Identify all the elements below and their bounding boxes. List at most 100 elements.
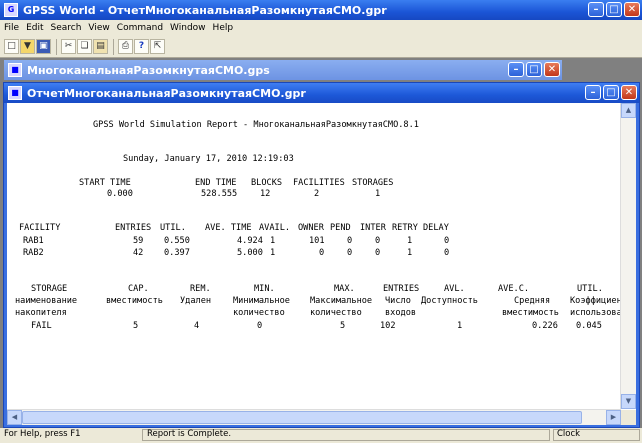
save-icon[interactable]: ▣ (36, 39, 51, 54)
storage-ru-header: наименование (15, 296, 78, 306)
menu-window[interactable]: Window (170, 23, 206, 33)
summary-header: END TIME (195, 178, 237, 188)
facility-cell: 1 (407, 236, 413, 246)
facility-name: RAB2 (23, 248, 44, 258)
facility-cell: 1 (407, 248, 413, 258)
app-title: GPSS World - ОтчетМногоканальнаяРазомкну… (23, 3, 387, 17)
report-window-title: ОтчетМногоканальнаяРазомкнутаяСМО.gpr (27, 86, 306, 100)
facility-cell: 101 (309, 236, 325, 246)
storage-col-header: UTIL. (577, 284, 603, 294)
print-icon[interactable]: ⎙ (118, 39, 133, 54)
facility-cell: 1 (270, 236, 276, 246)
storage-cell: 5 (340, 321, 346, 331)
help-icon[interactable]: ? (134, 39, 149, 54)
status-bar: For Help, press F1 Report is Complete. C… (0, 428, 642, 443)
app-title-bar[interactable]: G GPSS World - ОтчетМногоканальнаяРазомк… (0, 0, 642, 20)
toolbar-separator (56, 38, 57, 55)
scroll-up-icon[interactable]: ▲ (621, 103, 636, 118)
facility-col-header: ENTRIES (115, 223, 152, 233)
report-close-button[interactable]: ✕ (621, 85, 637, 100)
report-document-icon: ■ (8, 86, 22, 100)
menu-command[interactable]: Command (117, 23, 163, 33)
scroll-left-icon[interactable]: ◀ (7, 410, 22, 425)
summary-value: 0.000 (107, 189, 133, 199)
storage-ru-header: Средняя (514, 296, 551, 306)
summary-value: 1 (375, 189, 381, 199)
facility-col-header: INTER (360, 223, 386, 233)
facility-col-header: PEND (330, 223, 351, 233)
facility-cell: 0 (375, 236, 381, 246)
storage-col-header: ENTRIES (383, 284, 420, 294)
summary-header: BLOCKS (251, 178, 283, 188)
summary-value: 12 (260, 189, 271, 199)
storage-ru-header: вместимость (502, 308, 559, 318)
facility-cell: 0 (375, 248, 381, 258)
storage-name: FAIL (31, 321, 52, 331)
storage-col-header: MAX. (334, 284, 355, 294)
summary-header: START TIME (79, 178, 131, 188)
storage-ru-header: количество (233, 308, 285, 318)
storage-col-header: AVE.C. (498, 284, 530, 294)
gpss-app-icon: G (4, 3, 18, 17)
minimize-button[interactable]: – (588, 2, 604, 17)
facility-col-header: FACILITY (19, 223, 61, 233)
facility-col-header: RETRY (392, 223, 418, 233)
paste-icon[interactable]: ▤ (93, 39, 108, 54)
storage-col-header: AVL. (444, 284, 465, 294)
report-client-area[interactable]: GPSS World Simulation Report - Многокана… (7, 103, 636, 425)
facility-col-header: AVE. TIME (205, 223, 252, 233)
facility-cell: 5.000 (237, 248, 263, 258)
facility-cell: 4.924 (237, 236, 263, 246)
facility-name: RAB1 (23, 236, 44, 246)
storage-cell: 0 (257, 321, 263, 331)
facility-col-header: DELAY (423, 223, 449, 233)
scrollbar-corner (621, 410, 636, 425)
storage-ru-header: Удален (180, 296, 212, 306)
menu-help[interactable]: Help (213, 23, 234, 33)
facility-cell: 0.550 (164, 236, 190, 246)
facility-cell: 0 (444, 236, 450, 246)
model-window-title-bar[interactable]: ■ МногоканальнаяРазомкнутаяСМО.gps – □ ✕ (4, 60, 562, 80)
facility-cell: 0 (319, 248, 325, 258)
copy-icon[interactable]: ❏ (77, 39, 92, 54)
model-minimize-button[interactable]: – (508, 62, 524, 77)
menu-file[interactable]: File (4, 23, 19, 33)
new-file-icon[interactable]: □ (4, 39, 19, 54)
cut-icon[interactable]: ✂ (61, 39, 76, 54)
vertical-scrollbar[interactable]: ▲ ▼ (620, 103, 636, 409)
scroll-right-icon[interactable]: ▶ (606, 410, 621, 425)
storage-cell: 5 (133, 321, 139, 331)
report-minimize-button[interactable]: – (585, 85, 601, 100)
report-window-title-bar[interactable]: ■ ОтчетМногоканальнаяРазомкнутаяСМО.gpr … (4, 83, 639, 103)
close-button[interactable]: ✕ (624, 2, 640, 17)
facility-cell: 0 (347, 248, 353, 258)
report-window: ■ ОтчетМногоканальнаяРазомкнутаяСМО.gpr … (3, 82, 640, 428)
status-message: Report is Complete. (147, 429, 232, 439)
horizontal-scroll-thumb[interactable] (22, 411, 582, 424)
report-date: Sunday, January 17, 2010 12:19:03 (123, 154, 294, 164)
status-clock: Clock (557, 429, 581, 439)
storage-cell: 1 (457, 321, 463, 331)
storage-col-header: MIN. (254, 284, 275, 294)
report-text: GPSS World Simulation Report - Многокана… (7, 103, 621, 409)
storage-ru-header: Максимальное (310, 296, 373, 306)
model-close-button[interactable]: ✕ (544, 62, 560, 77)
facility-cell: 0.397 (164, 248, 190, 258)
menu-search[interactable]: Search (51, 23, 82, 33)
menu-edit[interactable]: Edit (26, 23, 43, 33)
storage-col-header: CAP. (128, 284, 149, 294)
horizontal-scrollbar[interactable]: ◀ ▶ (7, 409, 621, 425)
facility-cell: 42 (133, 248, 144, 258)
open-folder-icon[interactable]: ▼ (20, 39, 35, 54)
storage-cell: 0.226 (532, 321, 558, 331)
report-maximize-button[interactable]: □ (603, 85, 619, 100)
context-help-icon[interactable]: ⇱ (150, 39, 165, 54)
menu-view[interactable]: View (88, 23, 109, 33)
facility-cell: 0 (347, 236, 353, 246)
maximize-button[interactable]: □ (606, 2, 622, 17)
facility-cell: 0 (444, 248, 450, 258)
storage-cell: 0.045 (576, 321, 602, 331)
scroll-down-icon[interactable]: ▼ (621, 394, 636, 409)
summary-header: STORAGES (352, 178, 394, 188)
model-maximize-button[interactable]: □ (526, 62, 542, 77)
